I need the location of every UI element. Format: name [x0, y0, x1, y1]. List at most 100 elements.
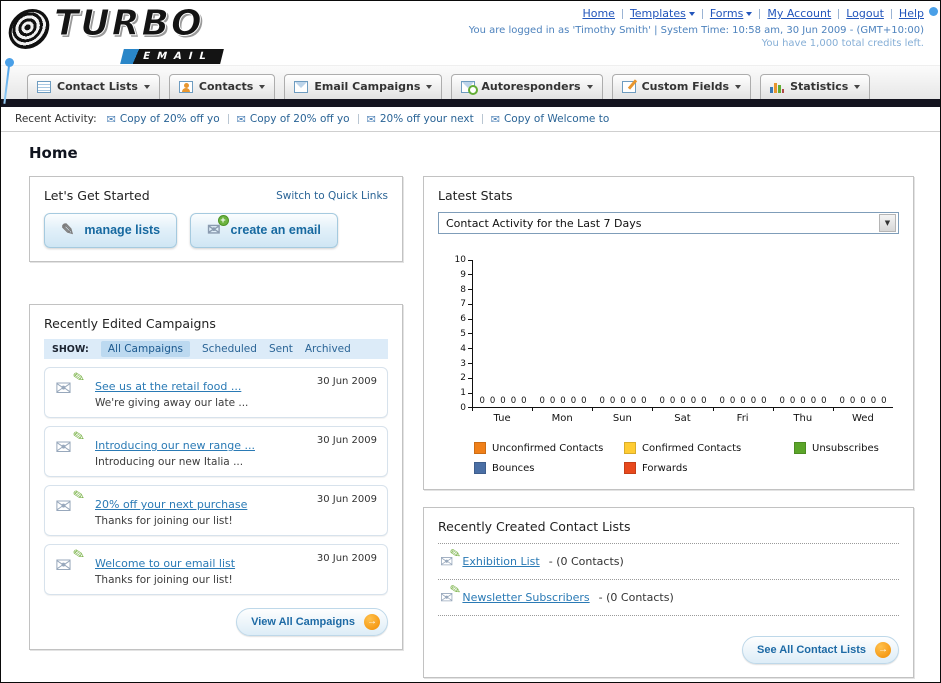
legend-swatch — [624, 462, 636, 474]
envelope-pencil-icon: ✉ ✎ — [55, 368, 87, 400]
recent-activity-item[interactable]: ✉ 20% off your next — [367, 113, 474, 125]
nav-templates[interactable]: Templates — [630, 7, 695, 20]
logo-subtitle: EMAIL — [120, 49, 224, 64]
turbo-email-logo[interactable]: TURBO EMAIL — [5, 3, 224, 64]
recent-activity-item[interactable]: ✉ Copy of 20% off yo — [237, 113, 350, 125]
tab-autoresponders[interactable]: Autoresponders — [451, 74, 603, 99]
filter-all-campaigns[interactable]: All Campaigns — [100, 341, 191, 357]
contact-list-link[interactable]: Newsletter Subscribers — [462, 591, 589, 604]
see-all-contact-lists-button[interactable]: See All Contact Lists → — [741, 636, 899, 664]
legend-item: Confirmed Contacts — [624, 442, 794, 454]
stats-period-select[interactable]: Contact Activity for the Last 7 Days ▼ — [438, 212, 899, 234]
chevron-down-icon — [746, 11, 753, 16]
login-info: You are logged in as 'Timothy Smith' | S… — [468, 25, 924, 36]
chart-x-labels: Tue Mon Sun Sat Fri Thu Wed — [472, 408, 893, 424]
recent-activity-item[interactable]: ✉ Copy of 20% off yo — [107, 113, 220, 125]
chevron-down-icon — [143, 84, 150, 89]
contact-list-link[interactable]: Exhibition List — [462, 555, 539, 568]
divider — [227, 114, 229, 124]
nav-home[interactable]: Home — [582, 7, 614, 20]
recent-contact-lists-panel: Recently Created Contact Lists ✉ ✎ Exhib… — [423, 507, 914, 678]
divider — [621, 8, 623, 19]
chart-value: 0 — [690, 396, 697, 406]
chart-value: 0 — [609, 396, 616, 406]
divider — [481, 114, 483, 124]
corner-dot — [929, 7, 938, 16]
manage-lists-button[interactable]: ✎ manage lists — [44, 213, 178, 248]
top-nav: Home Templates Forms My Account Logout H… — [469, 7, 924, 20]
envelope-icon: ✉ — [236, 112, 246, 126]
view-all-campaigns-label: View All Campaigns — [251, 616, 355, 628]
view-all-campaigns-button[interactable]: View All Campaigns → — [236, 608, 388, 636]
chart-value: 0 — [810, 396, 817, 406]
logo-pointer-dot — [5, 58, 14, 67]
chevron-down-icon: ▼ — [879, 214, 896, 232]
campaign-subtitle: Thanks for joining our list! — [95, 515, 233, 527]
tab-custom-fields[interactable]: Custom Fields — [611, 74, 752, 99]
chart-value: 0 — [750, 396, 757, 406]
campaign-title-link[interactable]: 20% off your next purchase — [95, 498, 247, 511]
show-label: SHOW: — [52, 343, 89, 355]
nav-help[interactable]: Help — [899, 7, 924, 20]
arrow-right-icon: → — [364, 614, 380, 630]
chart-value: 0 — [620, 396, 626, 406]
tab-statistics[interactable]: Statistics — [760, 74, 871, 99]
chevron-down-icon — [854, 84, 861, 89]
chevron-down-icon — [426, 84, 433, 89]
nav-my-account[interactable]: My Account — [767, 7, 831, 20]
nav-logout[interactable]: Logout — [846, 7, 884, 20]
statistics-icon — [770, 80, 785, 93]
campaign-title-link[interactable]: See us at the retail food ... — [95, 380, 241, 393]
autoresponders-icon — [461, 80, 479, 95]
nav-forms[interactable]: Forms — [709, 7, 753, 20]
recent-activity-item-label: Copy of 20% off yo — [119, 113, 220, 125]
campaign-row: ✉ ✎ 20% off your next purchase Thanks fo… — [44, 485, 388, 536]
tab-email-campaigns[interactable]: Email Campaigns — [284, 74, 443, 99]
arrow-right-icon: → — [875, 642, 891, 658]
chart-value: 0 — [740, 396, 746, 406]
envelope-pencil-icon: ✉ ✎ — [55, 427, 87, 459]
create-email-button[interactable]: ✉ + create an email — [190, 213, 338, 248]
recent-contact-lists-title: Recently Created Contact Lists — [438, 519, 899, 544]
page-title: Home — [29, 144, 78, 162]
nav-forms-label: Forms — [709, 7, 744, 20]
header-right: Home Templates Forms My Account Logout H… — [469, 7, 924, 49]
tab-contacts[interactable]: Contacts — [168, 74, 276, 99]
switch-quick-links[interactable]: Switch to Quick Links — [276, 190, 388, 202]
recent-campaigns-panel: Recently Edited Campaigns SHOW: All Camp… — [29, 304, 403, 650]
list-pencil-icon: ✉ ✎ — [440, 582, 462, 607]
filter-scheduled[interactable]: Scheduled — [202, 343, 257, 355]
filter-archived[interactable]: Archived — [305, 343, 351, 355]
x-axis-label: Tue — [472, 408, 532, 424]
legend-swatch — [624, 442, 636, 454]
chart-value: 0 — [539, 396, 545, 406]
chart-y-axis: 10 9 8 7 6 5 4 3 2 1 0 — [450, 255, 472, 413]
contact-list-row: ✉ ✎ Newsletter Subscribers - (0 Contacts… — [438, 580, 899, 616]
chart-value: 0 — [719, 396, 725, 406]
chart-legend: Unconfirmed Contacts Confirmed Contacts Un… — [474, 442, 899, 474]
chart-value: 0 — [599, 396, 605, 406]
chevron-down-icon — [586, 84, 593, 89]
chart-value: 0 — [870, 396, 877, 406]
campaign-title-link[interactable]: Introducing our new range ... — [95, 439, 255, 452]
envelope-pencil-icon: ✉ ✎ — [55, 486, 87, 518]
chart-plot: 00000000000000000000000000000000000 — [472, 260, 893, 408]
campaign-title-link[interactable]: Welcome to our email list — [95, 557, 235, 570]
chart-value: 0 — [680, 396, 686, 406]
x-axis-label: Mon — [532, 408, 592, 424]
create-email-label: create an email — [230, 223, 321, 237]
chart-value: 0 — [479, 396, 485, 406]
chart-value: 0 — [789, 396, 796, 406]
filter-sent[interactable]: Sent — [269, 343, 293, 355]
chart-value-group: 00000 — [653, 396, 713, 406]
tab-contact-lists[interactable]: Contact Lists — [27, 74, 160, 99]
app-window: TURBO EMAIL Home Templates Forms My Acco… — [0, 0, 941, 683]
chart-value: 0 — [659, 396, 665, 406]
chart-value: 0 — [701, 396, 707, 406]
tab-statistics-label: Statistics — [790, 80, 849, 93]
recent-campaigns-title: Recently Edited Campaigns — [44, 316, 216, 331]
recent-activity-item[interactable]: ✉ Copy of Welcome to — [491, 113, 610, 125]
recent-activity-item-label: 20% off your next — [379, 113, 474, 125]
x-axis-label: Sun — [592, 408, 652, 424]
campaign-row: ✉ ✎ Introducing our new range ... Introd… — [44, 426, 388, 477]
